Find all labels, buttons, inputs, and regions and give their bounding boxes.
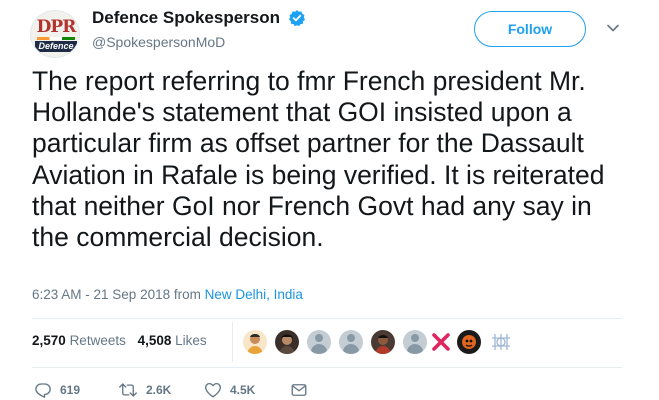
tweet-text: The report referring to fmr French presi… [32,66,605,253]
follow-button[interactable]: Follow [474,11,586,47]
retweet-count: 2.6K [146,383,172,397]
like-count: 4.5K [230,383,256,397]
reply-action[interactable]: 619 [34,380,80,400]
tweet-timestamp-line: 6:23 AM - 21 Sep 2018 from New Delhi, In… [32,287,303,302]
red-x-icon [432,333,450,351]
avatar-logo-text: DPR [36,17,77,37]
tweet-actions: 619 2.6K 4.5K [34,380,334,400]
liker-portrait-icon [279,334,295,354]
account-name-block[interactable]: Defence Spokesperson @SpokespersonMoD [92,8,306,50]
liker-portrait-icon [462,335,476,349]
tweet-timestamp[interactable]: 6:23 AM - 21 Sep 2018 [32,287,170,302]
liker-avatar[interactable] [457,330,481,354]
divider-top [32,318,622,319]
envelope-icon [291,384,307,396]
direct-message-action[interactable] [290,380,316,400]
tweet-location-link[interactable]: New Delhi, India [205,287,303,302]
retweet-icon [119,383,137,397]
avatar-logo-subtext: Defence [35,41,77,52]
divider-bottom [32,367,622,368]
reply-count: 619 [60,383,81,397]
liker-avatar[interactable] [307,330,331,354]
likes-stat[interactable]: 4,508 Likes [138,333,207,348]
chevron-down-icon[interactable] [605,20,621,36]
retweet-action[interactable]: 2.6K [118,380,171,400]
display-name[interactable]: Defence Spokesperson [92,8,280,28]
from-label: from [173,287,201,302]
retweets-label: Retweets [69,333,126,348]
liker-avatar[interactable] [339,330,363,354]
liker-avatar[interactable] [371,330,395,354]
heart-icon [205,382,221,398]
liker-portrait-icon [375,335,391,354]
engagement-stats: 2,570 Retweets 4,508 Likes [32,333,215,348]
retweets-stat[interactable]: 2,570 Retweets [32,333,126,348]
liker-avatar[interactable] [489,330,513,354]
retweets-count: 2,570 [32,333,66,348]
likes-label: Likes [175,333,207,348]
verified-badge-icon [289,10,306,27]
stats-separator [232,322,233,362]
liker-avatar[interactable] [403,330,427,354]
likes-count: 4,508 [137,333,172,348]
account-handle[interactable]: @SpokespersonMoD [92,34,306,50]
avatar[interactable]: DPR Defence [30,10,80,58]
liker-avatar[interactable] [275,330,299,354]
liker-avatar[interactable] [243,330,267,354]
decorative-pattern-icon [492,334,510,350]
avatar-flag-stripe [37,37,75,40]
liker-portrait-icon [247,334,263,354]
reply-icon [35,383,51,398]
liker-avatar[interactable] [429,330,453,354]
like-action[interactable]: 4.5K [204,380,255,400]
tweet-header: DPR Defence Defence Spokesperson @Spokes… [30,8,630,58]
